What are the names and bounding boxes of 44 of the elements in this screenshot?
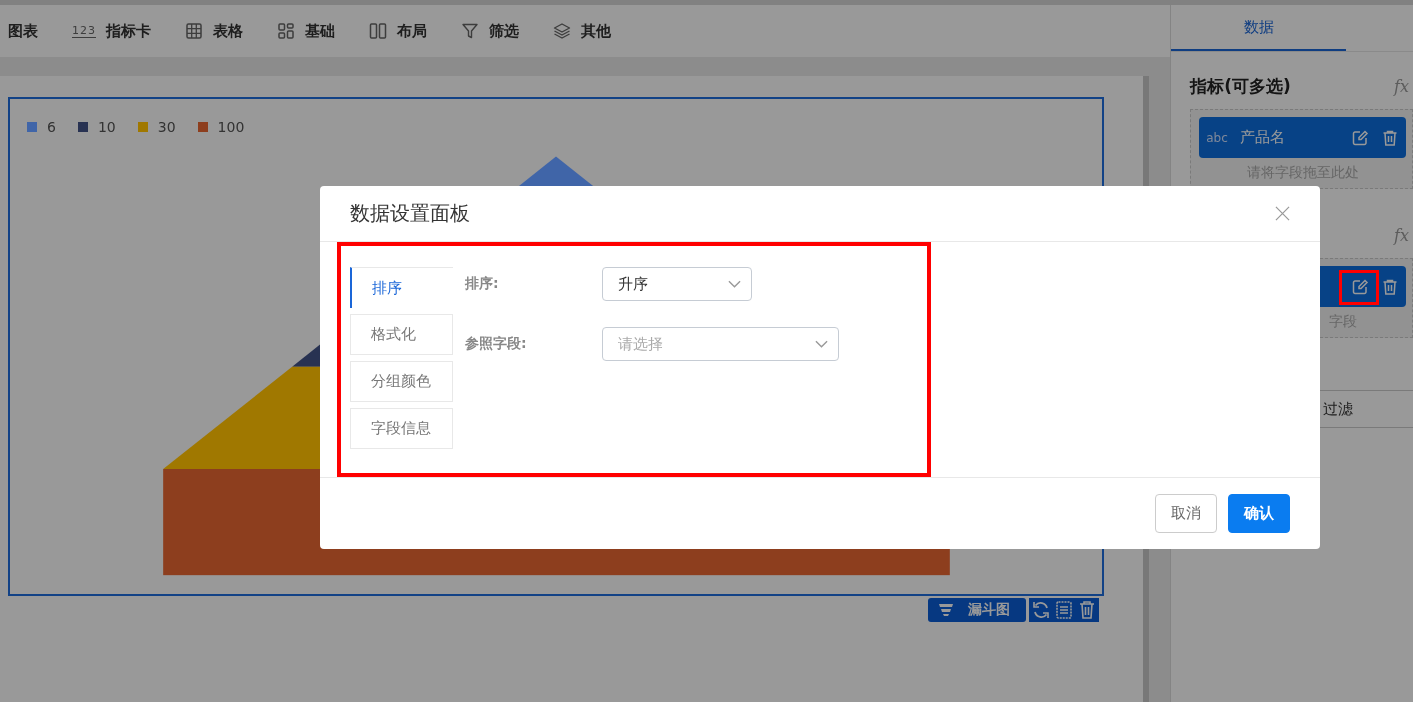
edit-icon[interactable] — [1351, 128, 1369, 147]
close-icon[interactable] — [1275, 206, 1290, 221]
toolbar-item[interactable]: 其他 — [553, 21, 611, 41]
legend-label: 30 — [157, 119, 176, 135]
trash-icon[interactable] — [1381, 128, 1399, 147]
field-name: 产品名 — [1239, 128, 1285, 147]
trash-icon[interactable] — [1381, 277, 1399, 296]
form-label: 参照字段: — [465, 335, 528, 353]
confirm-button[interactable]: 确认 — [1228, 494, 1290, 533]
trash-icon[interactable] — [1077, 600, 1097, 620]
field-pill[interactable]: abc 产品名 — [1199, 117, 1406, 158]
legend-label: 10 — [97, 119, 116, 135]
edit-icon[interactable] — [1351, 277, 1369, 296]
field-type-label: abc — [1206, 130, 1228, 145]
settings-tab[interactable]: 排序 — [350, 267, 453, 308]
chart-type-button[interactable]: 漏斗图 — [928, 598, 1026, 622]
panel-tab[interactable]: 数据 — [1171, 5, 1347, 51]
dialog-title: 数据设置面板 — [350, 200, 470, 227]
toolbar-item[interactable]: 表格 — [185, 21, 243, 41]
form-label: 排序: — [465, 275, 500, 293]
toolbar-item[interactable]: 筛选 — [461, 21, 519, 41]
section-title: 指标(可多选) — [1190, 74, 1291, 98]
blocks-icon — [277, 22, 295, 40]
grid-icon — [185, 22, 203, 40]
toolbar-item[interactable]: 布局 — [369, 21, 427, 41]
cancel-button[interactable]: 取消 — [1155, 494, 1217, 533]
toolbar-item[interactable]: 123 指标卡 — [72, 21, 151, 41]
funnel-icon — [938, 603, 954, 617]
legend-label: 100 — [217, 119, 245, 135]
legend-label: 6 — [47, 119, 56, 135]
toolbar-item[interactable]: 基础 — [277, 21, 335, 41]
filter-icon — [461, 22, 479, 40]
select-field[interactable]: 升序 — [602, 267, 752, 301]
highlight-frame — [1339, 270, 1379, 305]
layers-icon — [553, 22, 571, 40]
toolbar-item[interactable]: 图表 — [8, 21, 38, 41]
columns-icon — [369, 22, 387, 40]
settings-tab[interactable]: 字段信息 — [350, 408, 453, 449]
settings-tab[interactable]: 格式化 — [350, 314, 453, 355]
chevron-down-icon — [728, 280, 741, 288]
chevron-down-icon — [815, 340, 828, 348]
refresh-icon[interactable] — [1031, 600, 1051, 620]
document-icon[interactable] — [1054, 600, 1074, 620]
settings-tab[interactable]: 分组颜色 — [350, 361, 453, 402]
